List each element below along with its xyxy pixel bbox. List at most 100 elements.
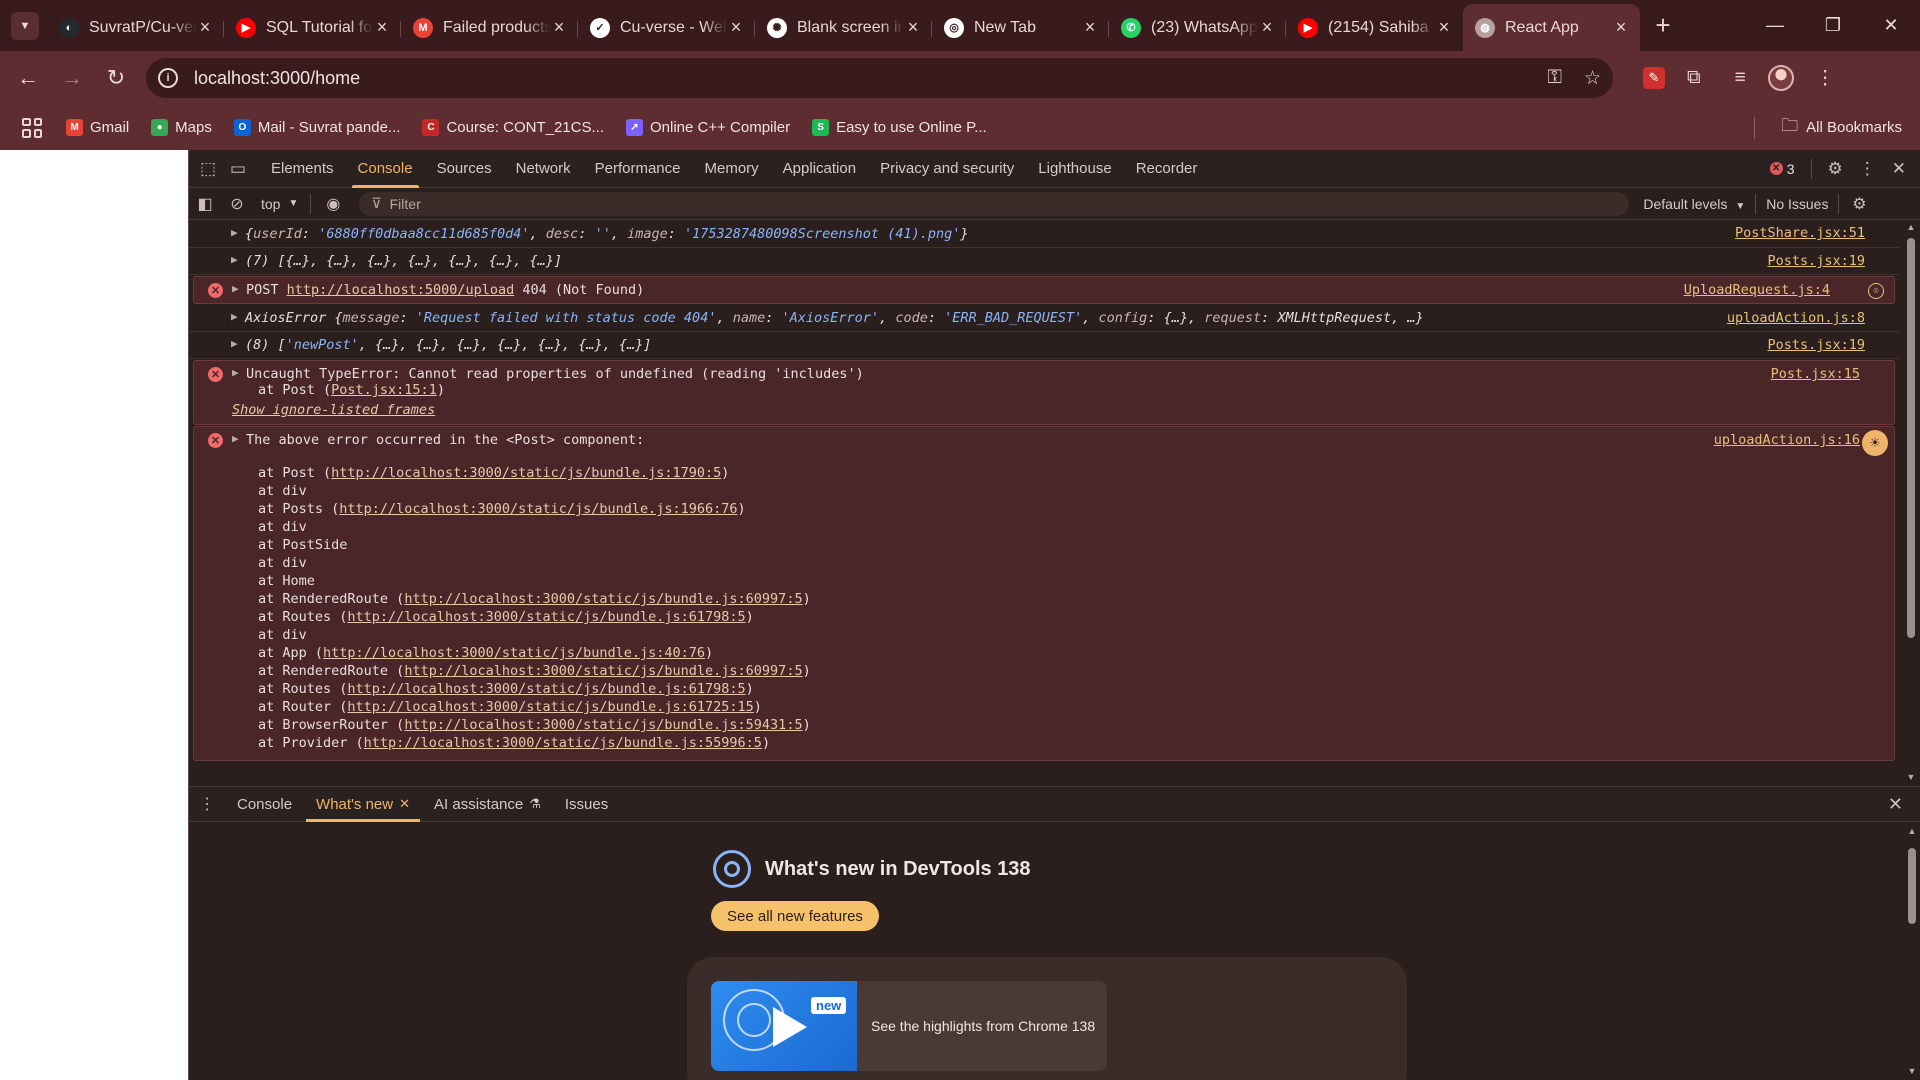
expand-caret-icon[interactable]: ▶	[231, 226, 238, 239]
close-tab-icon[interactable]: ×	[373, 17, 391, 38]
source-link[interactable]: Post.jsx:15	[1771, 366, 1860, 382]
device-toolbar-icon[interactable]: ▭	[223, 159, 253, 179]
browser-tab[interactable]: ▶ SQL Tutorial for ×	[224, 9, 401, 47]
address-bar[interactable]: i localhost:3000/home ⚿ ☆	[146, 58, 1613, 98]
bookmark-item[interactable]: M Gmail	[66, 119, 129, 136]
context-selector[interactable]: top ▼	[261, 196, 298, 212]
stack-frame-link[interactable]: Post.jsx:15:1	[331, 382, 437, 398]
close-window-icon[interactable]: ✕	[1862, 0, 1920, 51]
show-ignore-listed-frames-link[interactable]: Show ignore-listed frames	[232, 402, 435, 418]
extensions-puzzle-icon[interactable]: ⧉	[1687, 67, 1701, 89]
play-icon[interactable]	[773, 1007, 807, 1047]
source-link[interactable]: Posts.jsx:19	[1767, 253, 1865, 269]
drawer-tab[interactable]: Console	[225, 786, 304, 822]
console-filter-input[interactable]: ⊽ Filter	[359, 191, 1630, 216]
video-thumbnail[interactable]: new	[711, 981, 857, 1071]
scrollbar-thumb[interactable]	[1908, 848, 1916, 924]
bookmark-item[interactable]: S Easy to use Online P...	[812, 119, 987, 136]
stack-frame-link[interactable]: http://localhost:3000/static/js/bundle.j…	[404, 663, 802, 679]
bookmark-item[interactable]: C Course: CONT_21CS...	[422, 119, 604, 136]
scrollbar-thumb[interactable]	[1907, 238, 1915, 638]
scroll-up-icon[interactable]: ▲	[1907, 826, 1917, 836]
close-tab-icon[interactable]: ×	[1435, 17, 1453, 38]
media-controls-icon[interactable]: ≡	[1735, 67, 1746, 89]
close-tab-icon[interactable]: ×	[196, 17, 214, 38]
close-tab-icon[interactable]: ×	[550, 17, 568, 38]
reload-button[interactable]: ↻	[94, 56, 138, 100]
ai-explain-lightbulb-icon[interactable]: ☀	[1862, 430, 1888, 456]
new-tab-button[interactable]: +	[1646, 9, 1680, 43]
restore-icon[interactable]: ❐	[1804, 0, 1862, 51]
site-info-icon[interactable]: i	[158, 68, 178, 88]
see-all-features-button[interactable]: See all new features	[711, 901, 879, 931]
expand-caret-icon[interactable]: ▶	[231, 310, 238, 323]
highlights-video-item[interactable]: new See the highlights from Chrome 138	[711, 981, 1107, 1071]
stack-frame-link[interactable]: http://localhost:3000/static/js/bundle.j…	[404, 717, 802, 733]
expand-caret-icon[interactable]: ▶	[231, 253, 238, 266]
console-log-row[interactable]: ▶ AxiosError {message: 'Request failed w…	[189, 305, 1899, 332]
devtools-tab-lighthouse[interactable]: Lighthouse	[1026, 150, 1123, 188]
stack-frame-link[interactable]: http://localhost:3000/static/js/bundle.j…	[404, 591, 802, 607]
expand-caret-icon[interactable]: ▶	[232, 282, 239, 295]
close-tab-icon[interactable]: ×	[1081, 17, 1099, 38]
browser-tab[interactable]: ◎ New Tab ×	[932, 9, 1109, 47]
stack-frame-link[interactable]: http://localhost:3000/static/js/bundle.j…	[331, 465, 721, 481]
close-devtools-icon[interactable]: ✕	[1892, 159, 1906, 179]
stack-frame-link[interactable]: http://localhost:3000/static/js/bundle.j…	[347, 681, 745, 697]
settings-gear-icon[interactable]: ⚙	[1828, 159, 1843, 179]
stack-frame-link[interactable]: http://localhost:3000/static/js/bundle.j…	[347, 609, 745, 625]
close-drawer-icon[interactable]: ✕	[1888, 794, 1903, 815]
console-error-row[interactable]: ✕ ▶ Uncaught TypeError: Cannot read prop…	[193, 360, 1895, 425]
devtools-tab-recorder[interactable]: Recorder	[1124, 150, 1210, 188]
error-counter[interactable]: ✕ 3	[1769, 161, 1795, 177]
console-error-row[interactable]: ✕ ▶ The above error occurred in the <Pos…	[193, 426, 1895, 761]
bookmark-item[interactable]: O Mail - Suvrat pande...	[233, 119, 400, 136]
request-url-link[interactable]: http://localhost:5000/upload	[287, 282, 515, 298]
scroll-down-icon[interactable]: ▼	[1907, 1066, 1917, 1076]
source-link[interactable]: UploadRequest.js:4	[1684, 282, 1830, 298]
devtools-tab-privacy-and-security[interactable]: Privacy and security	[868, 150, 1026, 188]
stack-frame-link[interactable]: http://localhost:3000/static/js/bundle.j…	[364, 735, 762, 751]
stack-frame-link[interactable]: http://localhost:3000/static/js/bundle.j…	[347, 699, 753, 715]
browser-tab[interactable]: ▶ (2154) Sahiba ×	[1286, 9, 1463, 47]
bookmark-item[interactable]: ↗ Online C++ Compiler	[626, 119, 790, 136]
console-log-row[interactable]: ▶ (7) [{…}, {…}, {…}, {…}, {…}, {…}, {…}…	[189, 248, 1899, 275]
devtools-tab-console[interactable]: Console	[346, 150, 425, 188]
back-button[interactable]: ←	[6, 56, 50, 100]
close-tab-icon[interactable]: ×	[1258, 17, 1276, 38]
log-levels-dropdown[interactable]: Default levels ▼	[1643, 196, 1745, 212]
source-link[interactable]: uploadAction.js:16	[1714, 432, 1860, 448]
close-tab-icon[interactable]: ×	[1612, 17, 1630, 38]
browser-tab[interactable]: ◍ React App ×	[1463, 4, 1640, 51]
stack-frame-link[interactable]: http://localhost:3000/static/js/bundle.j…	[339, 501, 737, 517]
devtools-tab-elements[interactable]: Elements	[259, 150, 346, 188]
source-link[interactable]: uploadAction.js:8	[1727, 310, 1865, 326]
devtools-tab-application[interactable]: Application	[771, 150, 868, 188]
source-link[interactable]: PostShare.jsx:51	[1735, 225, 1865, 241]
browser-menu-icon[interactable]: ⋮	[1816, 67, 1835, 90]
whats-new-scrollbar[interactable]: ▲ ▼	[1907, 826, 1917, 1076]
source-link[interactable]: Posts.jsx:19	[1767, 337, 1865, 353]
sidebar-toggle-icon[interactable]: ◧	[189, 194, 221, 214]
devtools-tab-memory[interactable]: Memory	[693, 150, 771, 188]
live-expression-eye-icon[interactable]: ◉	[317, 194, 349, 214]
console-log-row[interactable]: ▶ {userId: '6880ff0dbaa8cc11d685f0d4', d…	[189, 220, 1899, 248]
profile-avatar[interactable]	[1767, 65, 1794, 91]
close-tab-icon[interactable]: ×	[727, 17, 745, 38]
browser-tab[interactable]: ✓ Cu-verse - WebStorm×	[578, 9, 755, 47]
drawer-tab[interactable]: AI assistance ⚗	[422, 786, 553, 822]
scroll-down-icon[interactable]: ▼	[1906, 772, 1916, 782]
bookmark-star-icon[interactable]: ☆	[1584, 67, 1601, 90]
bookmark-item[interactable]: ● Maps	[151, 119, 212, 136]
inspect-element-icon[interactable]: ⬚	[193, 159, 223, 179]
address-url[interactable]: localhost:3000/home	[194, 68, 360, 89]
drawer-menu-icon[interactable]: ⋮	[189, 794, 225, 814]
all-bookmarks-button[interactable]: 🗀 All Bookmarks	[1754, 113, 1902, 142]
browser-tab[interactable]: ◐ SuvratP/Cu-verse×	[47, 9, 224, 47]
expand-caret-icon[interactable]: ▶	[232, 366, 239, 379]
console-log-row[interactable]: ▶ (8) ['newPost', {…}, {…}, {…}, {…}, {……	[189, 332, 1899, 359]
close-tab-icon[interactable]: ✕	[399, 796, 410, 812]
devtools-tab-performance[interactable]: Performance	[583, 150, 693, 188]
password-key-icon[interactable]: ⚿	[1547, 67, 1561, 90]
devtools-menu-icon[interactable]: ⋮	[1859, 159, 1876, 179]
